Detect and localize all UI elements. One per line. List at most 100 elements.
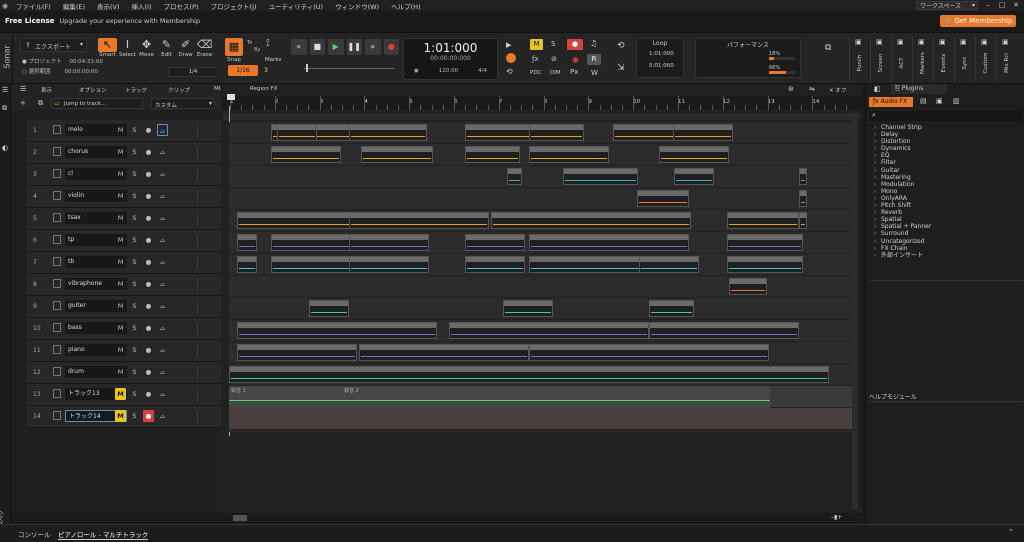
- plugin-category[interactable]: Uncategorized: [866, 238, 1021, 245]
- input-echo-icon[interactable]: ⌓: [157, 300, 168, 312]
- midi-clip[interactable]: [563, 168, 638, 185]
- menu-icon[interactable]: ☰: [20, 85, 26, 93]
- midi-clip[interactable]: [637, 190, 689, 207]
- midi-clip[interactable]: [465, 146, 520, 163]
- midi-clip[interactable]: [673, 124, 733, 141]
- plugin-category[interactable]: Guitar: [866, 167, 1021, 174]
- tool-sub-select[interactable]: 1/4: [168, 67, 218, 77]
- midi-clip[interactable]: [529, 234, 689, 251]
- track-preset-select[interactable]: カスタム ▾: [151, 98, 215, 109]
- vertical-scrollbar[interactable]: [852, 114, 858, 510]
- midi-clip[interactable]: [237, 212, 357, 229]
- track-row[interactable]: 4 violin M S ● ⌓: [27, 186, 227, 208]
- track-menu-view[interactable]: 表示: [41, 86, 52, 94]
- midi-clip[interactable]: [649, 300, 694, 317]
- input-echo-icon[interactable]: ⌓: [157, 212, 168, 224]
- midi-clip[interactable]: [465, 234, 525, 251]
- metronome-icon[interactable]: ◉: [414, 68, 419, 74]
- midi-clip[interactable]: [361, 146, 433, 163]
- solo-button[interactable]: S: [129, 212, 140, 224]
- mute-button[interactable]: M: [115, 190, 126, 202]
- fast-forward-icon[interactable]: »: [365, 39, 381, 55]
- plugin-category[interactable]: Distortion: [866, 138, 1021, 145]
- track-menu-track[interactable]: トラック: [125, 86, 147, 94]
- zoom-slider-icon[interactable]: –▮+: [831, 514, 842, 521]
- midi-clip[interactable]: [449, 322, 649, 339]
- input-echo-icon[interactable]: ⌓: [157, 168, 168, 180]
- midi-clip[interactable]: [529, 146, 609, 163]
- track-lane[interactable]: [229, 188, 852, 210]
- headphones-icon[interactable]: ♫: [590, 39, 597, 48]
- tempo-value[interactable]: 120.00: [439, 68, 458, 74]
- region-fx-icon[interactable]: ▥: [953, 97, 960, 105]
- record-arm-button[interactable]: ●: [143, 322, 154, 334]
- rewind-start-icon[interactable]: «: [291, 39, 307, 55]
- marks-icon[interactable]: ⟟: [266, 38, 270, 49]
- browser-icon[interactable]: ◧: [874, 85, 881, 93]
- snap-by[interactable]: By: [254, 47, 260, 53]
- midi-clip[interactable]: [349, 124, 427, 141]
- mute-button[interactable]: M: [115, 146, 126, 158]
- tool-select[interactable]: I Select: [118, 38, 137, 58]
- minimize-icon[interactable]: –: [982, 0, 994, 11]
- plugin-category[interactable]: Delay: [866, 131, 1021, 138]
- stop-icon[interactable]: ■: [309, 39, 325, 55]
- scroll-thumb[interactable]: [233, 515, 247, 521]
- input-echo-icon[interactable]: ⌓: [157, 234, 168, 246]
- write-automation-icon[interactable]: W: [591, 69, 598, 77]
- midi-fx-icon[interactable]: ▣: [936, 97, 943, 105]
- midi-clip[interactable]: [277, 124, 317, 141]
- export-project-row[interactable]: ● プロジェクト 00:04:31:00: [22, 57, 103, 65]
- audio-clip[interactable]: 録音 1 録音 2: [229, 386, 770, 408]
- mute-button[interactable]: M: [115, 278, 126, 290]
- tab-console[interactable]: コンソール: [18, 529, 51, 539]
- solo-button[interactable]: S: [129, 278, 140, 290]
- track-row[interactable]: 2 chorus M S ● ⌓: [27, 142, 227, 164]
- scroll-icon[interactable]: ⇋: [809, 85, 815, 93]
- solo-button[interactable]: S: [129, 146, 140, 158]
- mute-button[interactable]: M: [115, 388, 126, 400]
- plugin-category[interactable]: Dynamics: [866, 145, 1021, 152]
- record-arm-button[interactable]: ●: [143, 124, 154, 136]
- position-slider[interactable]: [296, 63, 396, 73]
- plugin-category[interactable]: Filter: [866, 159, 1021, 166]
- midi-clip[interactable]: [271, 256, 351, 273]
- solo-button[interactable]: S: [129, 300, 140, 312]
- record-arm-button[interactable]: ●: [143, 256, 154, 268]
- mute-button[interactable]: M: [115, 234, 126, 246]
- track-menu-options[interactable]: オプション: [79, 86, 107, 94]
- input-echo-icon[interactable]: ⌓: [157, 366, 168, 378]
- tool-move[interactable]: ✥ Move: [137, 38, 156, 58]
- menu-edit[interactable]: 編集(E): [57, 1, 91, 11]
- track-menu-clip[interactable]: クリップ: [168, 86, 190, 94]
- menu-utilities[interactable]: ユーティリティ(U): [263, 1, 330, 11]
- pause-icon[interactable]: ❚❚: [346, 39, 362, 55]
- plugin-category[interactable]: Spatial + Panner: [866, 223, 1021, 230]
- input-echo-icon[interactable]: ⌓: [157, 124, 168, 136]
- midi-clip[interactable]: [465, 256, 525, 273]
- export-button[interactable]: ⇪ エクスポート ▾: [20, 38, 87, 52]
- vtab-markers[interactable]: ▣ Markers: [912, 36, 931, 83]
- jump-to-track[interactable]: ▭ Jump to track...: [51, 98, 143, 109]
- midi-clip[interactable]: [229, 366, 829, 383]
- snap-icon[interactable]: ⊛: [788, 85, 794, 93]
- track-lane[interactable]: [229, 210, 852, 232]
- midi-clip[interactable]: [309, 300, 349, 317]
- record-arm-button[interactable]: ●: [143, 234, 154, 246]
- track-row[interactable]: 14 トラック14 M S ● ⌓: [27, 406, 227, 428]
- menu-view[interactable]: 表示(V): [91, 1, 126, 11]
- track-lane[interactable]: [229, 320, 852, 342]
- midi-clip[interactable]: [639, 256, 699, 273]
- px-button[interactable]: Px: [570, 68, 578, 76]
- midi-clip[interactable]: [674, 168, 714, 185]
- plugins-tab[interactable]: ⎘ Plugins: [891, 84, 947, 94]
- tool-draw[interactable]: ✐ Draw: [176, 38, 195, 58]
- record-arm-button[interactable]: ●: [143, 278, 154, 290]
- mute-button[interactable]: M: [115, 168, 126, 180]
- external-insert-item[interactable]: 外部インサート: [866, 252, 1021, 259]
- track-row[interactable]: 11 piano M S ● ⌓: [27, 340, 227, 362]
- track-lane[interactable]: [229, 364, 852, 386]
- menu-project[interactable]: プロジェクト(J): [205, 1, 263, 11]
- mute-button[interactable]: M: [115, 212, 126, 224]
- region-fx-menu[interactable]: Region FX: [250, 86, 278, 92]
